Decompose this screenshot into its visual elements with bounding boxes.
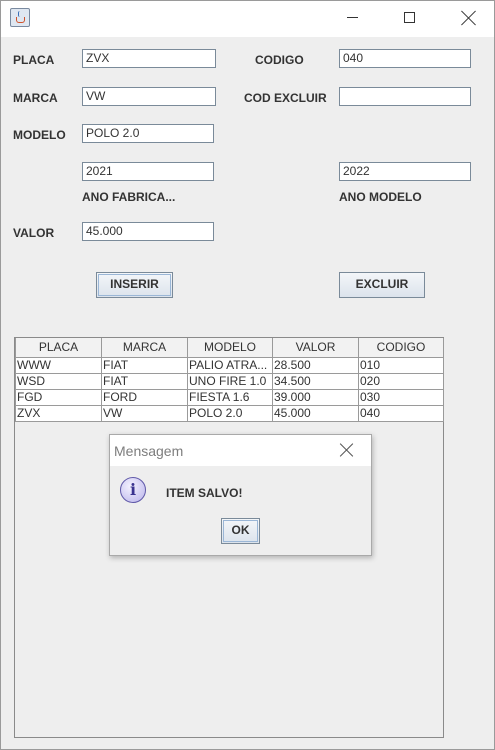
cell-placa[interactable]: WWW xyxy=(15,356,102,374)
valor-label: VALOR xyxy=(13,226,55,240)
cod-excluir-field[interactable] xyxy=(339,87,471,106)
main-window: PLACA ZVX MARCA VW MODELO POLO 2.0 2021 … xyxy=(0,0,495,750)
marca-field[interactable]: VW xyxy=(82,87,216,106)
info-icon: i xyxy=(120,477,146,503)
cell-valor[interactable]: 45.000 xyxy=(272,404,359,422)
ok-button[interactable]: OK xyxy=(221,518,260,544)
maximize-button[interactable] xyxy=(386,1,432,35)
header-modelo[interactable]: MODELO xyxy=(187,338,273,358)
header-valor[interactable]: VALOR xyxy=(272,338,359,358)
cell-modelo[interactable]: FIESTA 1.6 xyxy=(187,388,273,406)
cell-codigo[interactable]: 040 xyxy=(358,404,444,422)
table-row[interactable]: WWW FIAT PALIO ATRA... 28.500 010 xyxy=(15,356,444,374)
minimize-button[interactable] xyxy=(329,1,375,35)
cell-placa[interactable]: WSD xyxy=(15,372,102,390)
cell-modelo[interactable]: UNO FIRE 1.0 xyxy=(187,372,273,390)
codigo-field[interactable]: 040 xyxy=(339,49,471,68)
table-header-row: PLACA MARCA MODELO VALOR CODIGO xyxy=(15,338,444,358)
cod-excluir-label: COD EXCLUIR xyxy=(244,91,327,105)
cell-codigo[interactable]: 020 xyxy=(358,372,444,390)
table-row[interactable]: WSD FIAT UNO FIRE 1.0 34.500 020 xyxy=(15,372,444,390)
inserir-button[interactable]: INSERIR xyxy=(96,272,173,298)
vehicles-table: PLACA MARCA MODELO VALOR CODIGO WWW FIAT… xyxy=(15,338,444,422)
header-codigo[interactable]: CODIGO xyxy=(358,338,444,358)
table-row[interactable]: FGD FORD FIESTA 1.6 39.000 030 xyxy=(15,388,444,406)
java-cup-shape xyxy=(16,17,25,23)
codigo-label: CODIGO xyxy=(255,53,304,67)
marca-label: MARCA xyxy=(13,91,58,105)
ano-modelo-label: ANO MODELO xyxy=(339,190,422,204)
title-bar xyxy=(1,1,494,37)
modelo-label: MODELO xyxy=(13,128,66,142)
cell-marca[interactable]: VW xyxy=(101,404,188,422)
dialog-close-icon[interactable] xyxy=(339,442,355,458)
cell-modelo[interactable]: PALIO ATRA... xyxy=(187,356,273,374)
ano-modelo-field[interactable]: 2022 xyxy=(339,162,471,181)
dialog-message: ITEM SALVO! xyxy=(166,486,243,500)
cell-marca[interactable]: FIAT xyxy=(101,356,188,374)
modelo-field[interactable]: POLO 2.0 xyxy=(82,124,214,143)
cell-valor[interactable]: 39.000 xyxy=(272,388,359,406)
maximize-icon xyxy=(404,12,415,23)
ano-fabrica-label: ANO FABRICA... xyxy=(82,190,176,204)
cell-marca[interactable]: FORD xyxy=(101,388,188,406)
cell-modelo[interactable]: POLO 2.0 xyxy=(187,404,273,422)
placa-field[interactable]: ZVX xyxy=(82,49,216,68)
excluir-button[interactable]: EXCLUIR xyxy=(339,272,425,298)
cell-placa[interactable]: ZVX xyxy=(15,404,102,422)
cell-valor[interactable]: 34.500 xyxy=(272,372,359,390)
valor-field[interactable]: 45.000 xyxy=(82,222,214,241)
header-marca[interactable]: MARCA xyxy=(101,338,188,358)
cell-placa[interactable]: FGD xyxy=(15,388,102,406)
dialog-title: Mensagem xyxy=(114,443,184,459)
header-placa[interactable]: PLACA xyxy=(15,338,102,358)
close-button[interactable] xyxy=(445,1,491,35)
minimize-icon xyxy=(347,17,358,18)
cell-valor[interactable]: 28.500 xyxy=(272,356,359,374)
java-app-icon[interactable] xyxy=(10,8,30,27)
cell-marca[interactable]: FIAT xyxy=(101,372,188,390)
message-dialog: Mensagem i ITEM SALVO! OK xyxy=(109,434,372,556)
cell-codigo[interactable]: 030 xyxy=(358,388,444,406)
ano-fabrica-field[interactable]: 2021 xyxy=(82,162,214,181)
table-row[interactable]: ZVX VW POLO 2.0 45.000 040 xyxy=(15,404,444,422)
placa-label: PLACA xyxy=(13,53,55,67)
dialog-title-bar: Mensagem xyxy=(110,435,371,466)
close-icon xyxy=(461,10,477,26)
cell-codigo[interactable]: 010 xyxy=(358,356,444,374)
